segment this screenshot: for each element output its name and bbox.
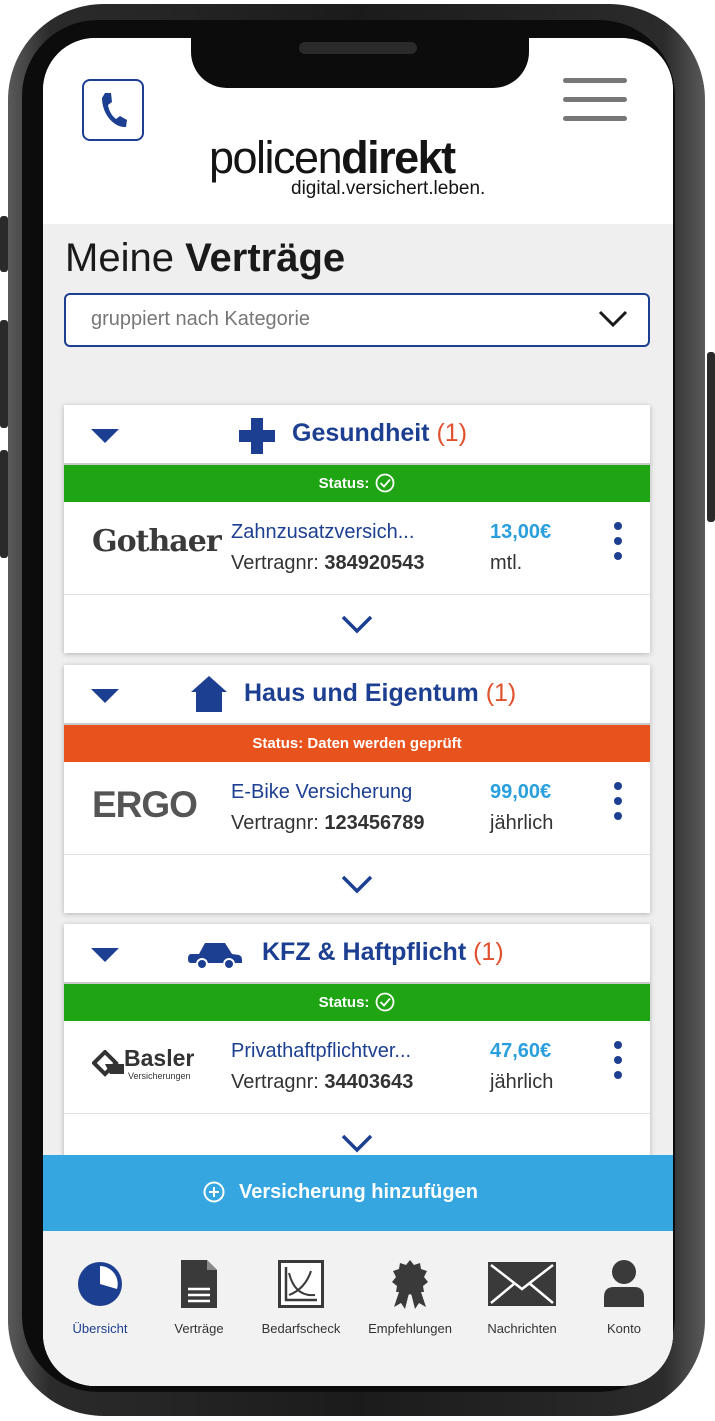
bottom-tab-bar: Übersicht Verträge Bedarfscheck Empfehlu… xyxy=(43,1231,673,1386)
tab-nachrichten[interactable]: Nachrichten xyxy=(467,1259,577,1349)
tab-uebersicht[interactable]: Übersicht xyxy=(45,1259,155,1349)
category-header[interactable]: Gesundheit (1) xyxy=(64,405,650,465)
graph-icon xyxy=(278,1260,324,1308)
document-icon xyxy=(181,1260,217,1308)
more-options-icon[interactable] xyxy=(613,782,623,820)
category-header[interactable]: KFZ & Haftpflicht (1) xyxy=(64,924,650,984)
premium-price: 13,00€ xyxy=(490,521,552,543)
award-icon xyxy=(392,1260,428,1309)
status-bar: Status: xyxy=(64,465,650,502)
tab-empfehlungen[interactable]: Empfehlungen xyxy=(355,1259,465,1349)
phone-side-button xyxy=(0,216,8,272)
category-card-haus-und-eigentum: Haus und Eigentum (1) Status: Daten werd… xyxy=(64,665,650,913)
contract-row[interactable]: Basler Versicherungen Privathaftpflichtv… xyxy=(64,1021,650,1114)
chevron-down-icon xyxy=(341,875,373,894)
product-name: E-Bike Versicherung xyxy=(231,781,413,803)
tab-bedarfscheck[interactable]: Bedarfscheck xyxy=(246,1259,356,1349)
phone-side-button xyxy=(0,320,8,428)
more-options-icon[interactable] xyxy=(613,1041,623,1079)
caret-down-icon xyxy=(91,429,119,443)
envelope-icon xyxy=(488,1262,556,1306)
status-bar: Status: Daten werden geprüft xyxy=(64,725,650,762)
hamburger-menu-button[interactable] xyxy=(563,78,627,124)
contract-row[interactable]: Gothaer Zahnzusatzversich... Vertragnr: … xyxy=(64,502,650,595)
payment-period: jährlich xyxy=(490,812,554,834)
product-name: Zahnzusatzversich... xyxy=(231,521,415,543)
expand-button[interactable] xyxy=(64,594,650,653)
check-circle-icon xyxy=(376,473,395,492)
grouping-select-value: gruppiert nach Kategorie xyxy=(91,308,311,330)
app-screen: policendirekt digital.versichert.leben. … xyxy=(43,38,673,1386)
category-title: Haus und Eigentum (1) xyxy=(244,679,517,707)
contract-number: Vertragnr: 384920543 xyxy=(231,552,425,574)
category-header[interactable]: Haus und Eigentum (1) xyxy=(64,665,650,725)
tab-vertraege[interactable]: Verträge xyxy=(144,1259,254,1349)
grouping-select[interactable]: gruppiert nach Kategorie xyxy=(64,293,650,347)
premium-price: 47,60€ xyxy=(490,1040,552,1062)
caret-down-icon xyxy=(91,689,119,703)
product-name: Privathaftpflichtver... xyxy=(231,1040,412,1062)
user-icon xyxy=(604,1260,644,1307)
main-content: Meine Verträge gruppiert nach Kategorie … xyxy=(43,224,673,1386)
payment-period: jährlich xyxy=(490,1071,554,1093)
car-icon xyxy=(188,943,242,970)
plus-circle-icon xyxy=(203,1181,225,1203)
call-button[interactable] xyxy=(82,79,144,141)
policendirekt-logo: policendirekt digital.versichert.leben. xyxy=(209,132,509,200)
category-card-gesundheit: Gesundheit (1) Status: Gothaer Zahnzusat… xyxy=(64,405,650,653)
status-bar: Status: xyxy=(64,984,650,1021)
check-circle-icon xyxy=(376,992,395,1011)
pie-chart-icon xyxy=(78,1262,122,1306)
premium-price: 99,00€ xyxy=(490,781,552,803)
chevron-down-icon xyxy=(341,615,373,634)
contract-number: Vertragnr: 34403643 xyxy=(231,1071,414,1093)
contract-number: Vertragnr: 123456789 xyxy=(231,812,425,834)
tab-konto[interactable]: Konto xyxy=(569,1259,673,1349)
payment-period: mtl. xyxy=(490,552,523,574)
phone-speaker xyxy=(299,42,417,54)
page-title: Meine Verträge xyxy=(65,236,346,280)
chevron-down-icon xyxy=(341,1134,373,1153)
phone-side-button xyxy=(0,450,8,558)
logo-tagline: digital.versichert.leben. xyxy=(291,178,486,199)
phone-icon xyxy=(102,93,127,128)
category-card-kfz-haftpflicht: KFZ & Haftpflicht (1) Status: Basler Ver… xyxy=(64,924,650,1172)
add-insurance-button[interactable]: Versicherung hinzufügen xyxy=(43,1155,673,1231)
expand-button[interactable] xyxy=(64,854,650,913)
ergo-logo: ERGO xyxy=(92,784,198,825)
chevron-down-icon xyxy=(598,310,628,328)
add-insurance-label: Versicherung hinzufügen xyxy=(239,1181,478,1203)
category-title: KFZ & Haftpflicht (1) xyxy=(262,938,504,966)
caret-down-icon xyxy=(91,948,119,962)
category-title: Gesundheit (1) xyxy=(292,419,468,447)
basler-logo: Basler Versicherungen xyxy=(90,1037,208,1087)
medical-cross-icon xyxy=(239,418,275,454)
phone-side-button xyxy=(707,352,715,522)
contract-row[interactable]: ERGO E-Bike Versicherung Vertragnr: 1234… xyxy=(64,762,650,855)
house-icon xyxy=(191,676,227,712)
more-options-icon[interactable] xyxy=(613,522,623,560)
gothaer-logo: Gothaer xyxy=(92,524,222,559)
